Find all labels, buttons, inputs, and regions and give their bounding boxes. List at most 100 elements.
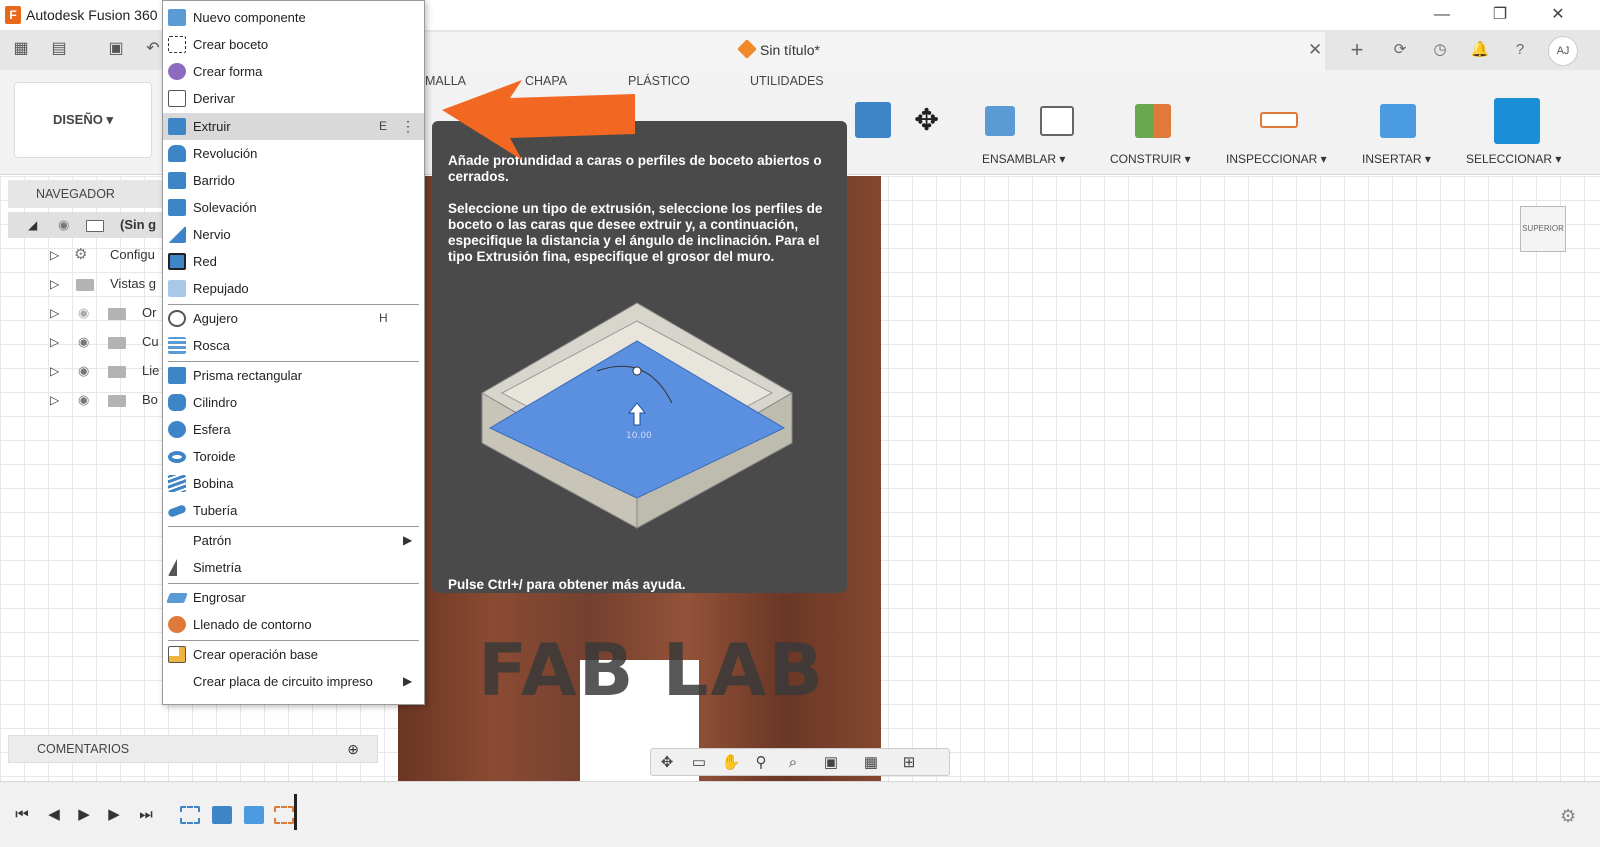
- nav-row-bodies1[interactable]: ▷ ◉ Cu: [8, 329, 168, 355]
- viewcube[interactable]: SUPERIOR: [1520, 206, 1566, 252]
- new-tab-icon[interactable]: +: [1345, 38, 1369, 62]
- nav-row-root[interactable]: ◢ ◉ (Sin g: [8, 212, 168, 238]
- job-status-icon[interactable]: ◷: [1428, 38, 1452, 62]
- canvas-feature-icon[interactable]: [244, 806, 264, 824]
- move-icon[interactable]: ✥: [914, 104, 948, 138]
- menu-item-revolve[interactable]: Revolución: [163, 140, 424, 167]
- file-icon[interactable]: ▤: [48, 38, 70, 60]
- menu-item-rib[interactable]: Nervio: [163, 221, 424, 248]
- offset-plane-icon[interactable]: [855, 102, 891, 138]
- more-options-icon[interactable]: ⋮: [401, 113, 415, 140]
- timeline-marker[interactable]: [294, 794, 297, 830]
- viewports-icon[interactable]: ⊞: [899, 753, 919, 773]
- sketch2-feature-icon[interactable]: [274, 806, 294, 824]
- zoom-icon[interactable]: ⚲: [751, 753, 771, 773]
- collapse-icon[interactable]: ◢: [28, 212, 37, 238]
- eye-icon[interactable]: ◉: [78, 329, 89, 355]
- menu-item-sphere[interactable]: Esfera: [163, 416, 424, 443]
- document-tab[interactable]: [425, 32, 1325, 70]
- group-insertar[interactable]: INSERTAR ▾: [1362, 152, 1431, 166]
- menu-item-create-sketch[interactable]: Crear boceto: [163, 31, 424, 58]
- menu-item-derive[interactable]: Derivar: [163, 85, 424, 112]
- navigator-header[interactable]: NAVEGADOR: [8, 180, 168, 208]
- select-icon[interactable]: [1494, 98, 1540, 144]
- pipe-icon: [167, 504, 187, 518]
- menu-item-pipe[interactable]: Tubería: [163, 497, 424, 524]
- nav-row-views[interactable]: ▷ Vistas g: [8, 271, 168, 297]
- menu-item-new-component[interactable]: Nuevo componente: [163, 4, 424, 31]
- menu-item-boundary-fill[interactable]: Llenado de contorno: [163, 611, 424, 638]
- undo-icon[interactable]: ↶: [142, 38, 164, 60]
- eye-icon[interactable]: ◉: [58, 212, 69, 238]
- step-back-icon[interactable]: ◀: [42, 804, 66, 826]
- nav-row-sketches[interactable]: ▷ ◉ Lie: [8, 358, 168, 384]
- eye-hidden-icon[interactable]: ◉: [78, 300, 89, 326]
- expand-icon[interactable]: ▷: [50, 242, 59, 268]
- menu-item-web[interactable]: Red: [163, 248, 424, 275]
- step-forward-icon[interactable]: ▶: [102, 804, 126, 826]
- menu-item-coil[interactable]: Bobina: [163, 470, 424, 497]
- menu-item-thicken[interactable]: Engrosar: [163, 584, 424, 611]
- go-to-end-icon[interactable]: ⏭: [134, 804, 158, 826]
- menu-item-cylinder[interactable]: Cilindro: [163, 389, 424, 416]
- workspace-selector-button[interactable]: DISEÑO ▾: [14, 82, 152, 158]
- tab-utilidades[interactable]: UTILIDADES: [750, 74, 824, 88]
- menu-item-sweep[interactable]: Barrido: [163, 167, 424, 194]
- close-document-icon[interactable]: ✕: [1308, 40, 1322, 60]
- expand-icon[interactable]: ▷: [50, 329, 59, 355]
- sketch-feature-icon[interactable]: [180, 806, 200, 824]
- menu-item-extrude[interactable]: Extruir E ⋮: [163, 113, 424, 140]
- menu-item-base-feature[interactable]: Crear operación base: [163, 641, 424, 668]
- new-component-icon[interactable]: [985, 106, 1015, 136]
- menu-item-loft[interactable]: Solevación: [163, 194, 424, 221]
- nav-row-origin[interactable]: ▷ ◉ Or: [8, 300, 168, 326]
- menu-item-torus[interactable]: Toroide: [163, 443, 424, 470]
- nav-row-config[interactable]: ▷ ⚙ Configu: [8, 242, 168, 268]
- app-title: Autodesk Fusion 360: [26, 7, 158, 23]
- look-at-icon[interactable]: ▭: [689, 753, 709, 773]
- orbit-icon[interactable]: ✥: [657, 753, 677, 773]
- expand-icon[interactable]: ▷: [50, 300, 59, 326]
- group-construir[interactable]: CONSTRUIR ▾: [1110, 152, 1191, 166]
- menu-item-pattern[interactable]: Patrón ▶: [163, 527, 424, 554]
- joint-icon[interactable]: [1040, 106, 1074, 136]
- group-ensamblar[interactable]: ENSAMBLAR ▾: [982, 152, 1065, 166]
- pan-hand-icon[interactable]: ✋: [721, 753, 741, 773]
- menu-item-hole[interactable]: Agujero H: [163, 305, 424, 332]
- display-settings-icon[interactable]: ▣: [821, 753, 841, 773]
- measure-icon[interactable]: [1260, 112, 1298, 128]
- go-to-start-icon[interactable]: ⏮: [10, 804, 34, 826]
- expand-icon[interactable]: ▷: [50, 358, 59, 384]
- restore-button[interactable]: ❐: [1478, 2, 1522, 28]
- settings-gear-icon[interactable]: ⚙: [1560, 806, 1576, 827]
- eye-icon[interactable]: ◉: [78, 387, 89, 413]
- construct-plane-icon[interactable]: [1135, 104, 1171, 138]
- close-window-button[interactable]: ✕: [1536, 2, 1580, 28]
- expand-icon[interactable]: ▷: [50, 387, 59, 413]
- add-comment-icon[interactable]: ⊕: [347, 736, 359, 762]
- extrude-feature-icon[interactable]: [212, 806, 232, 824]
- expand-icon[interactable]: ▷: [50, 271, 59, 297]
- group-inspeccionar[interactable]: INSPECCIONAR ▾: [1226, 152, 1327, 166]
- insert-image-icon[interactable]: [1380, 104, 1416, 138]
- grid-settings-icon[interactable]: ▦: [861, 753, 881, 773]
- menu-item-emboss[interactable]: Repujado: [163, 275, 424, 302]
- fit-icon[interactable]: ⌕: [783, 753, 803, 773]
- menu-item-mirror[interactable]: Simetría: [163, 554, 424, 581]
- avatar[interactable]: AJ: [1548, 36, 1578, 66]
- sync-icon[interactable]: ⟳: [1388, 38, 1412, 62]
- save-icon[interactable]: ▣: [105, 38, 127, 60]
- comments-panel[interactable]: COMENTARIOS ⊕: [8, 735, 378, 763]
- grid-icon[interactable]: ▦: [10, 38, 32, 60]
- menu-item-box[interactable]: Prisma rectangular: [163, 362, 424, 389]
- menu-item-create-form[interactable]: Crear forma: [163, 58, 424, 85]
- help-icon[interactable]: ?: [1508, 38, 1532, 62]
- nav-row-bodies2[interactable]: ▷ ◉ Bo: [8, 387, 168, 413]
- group-seleccionar[interactable]: SELECCIONAR ▾: [1466, 152, 1561, 166]
- menu-item-thread[interactable]: Rosca: [163, 332, 424, 359]
- notifications-icon[interactable]: 🔔: [1468, 38, 1492, 62]
- play-icon[interactable]: ▶: [72, 804, 96, 826]
- menu-item-pcb[interactable]: Crear placa de circuito impreso ▶: [163, 668, 424, 695]
- minimize-button[interactable]: —: [1420, 2, 1464, 28]
- eye-icon[interactable]: ◉: [78, 358, 89, 384]
